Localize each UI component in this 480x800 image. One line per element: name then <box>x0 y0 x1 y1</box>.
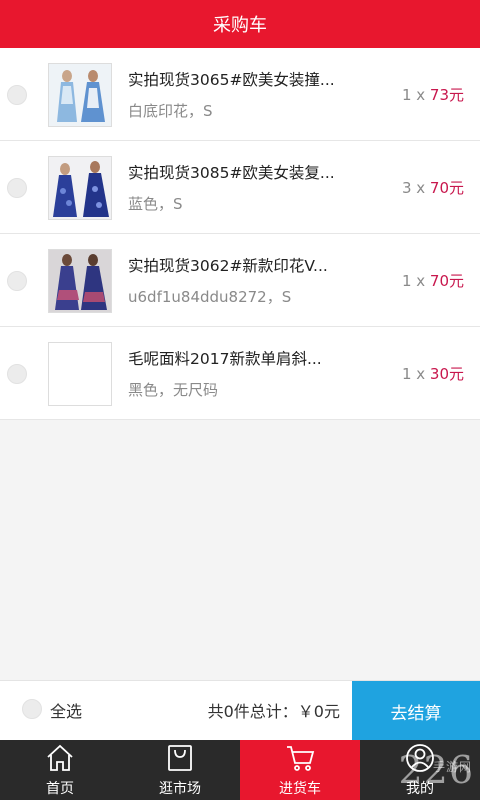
product-title[interactable]: 实拍现货3062#新款印花V... <box>128 254 360 276</box>
cart-item[interactable]: 实拍现货3085#欧美女装复... 蓝色，S 3 x 70元 <box>0 141 480 234</box>
cart-item[interactable]: 实拍现货3065#欧美女装撞... 白底印花，S 1 x 73元 <box>0 48 480 141</box>
tab-home[interactable]: 首页 <box>0 740 120 800</box>
product-spec: 黑色，无尺码 <box>128 381 219 399</box>
cart-item[interactable]: 实拍现货3062#新款印花V... u6df1u84ddu8272，S 1 x … <box>0 234 480 327</box>
item-checkbox[interactable] <box>7 178 27 198</box>
cart-total: 共0件总计：￥0元 <box>207 702 340 721</box>
tab-label: 逛市场 <box>159 781 201 797</box>
cart-list: 实拍现货3065#欧美女装撞... 白底印花，S 1 x 73元 实拍现货308… <box>0 48 480 420</box>
checkout-button[interactable]: 去结算 <box>352 681 480 741</box>
home-icon <box>45 743 75 773</box>
bottom-tab-bar: 首页 逛市场 进货车 我的 <box>0 740 480 800</box>
tab-label: 首页 <box>46 781 74 797</box>
quantity: 1 x <box>401 86 430 104</box>
tab-market[interactable]: 逛市场 <box>120 740 240 800</box>
qty-price: 3 x 70元 <box>402 177 464 198</box>
unit-price: 70元 <box>429 179 464 197</box>
item-checkbox[interactable] <box>7 85 27 105</box>
dress-photo-light-blue <box>49 64 111 126</box>
product-spec: u6df1u84ddu8272，S <box>128 288 292 306</box>
unit-price: 73元 <box>429 86 464 104</box>
unit-price: 70元 <box>429 272 464 290</box>
product-spec: 白底印花，S <box>128 102 213 120</box>
product-thumbnail[interactable] <box>48 63 112 127</box>
product-title[interactable]: 毛呢面料2017新款单肩斜... <box>128 347 360 369</box>
tab-label: 我的 <box>406 781 434 797</box>
dress-photo-blue-print <box>49 250 111 312</box>
tab-mine[interactable]: 我的 <box>360 740 480 800</box>
qty-price: 1 x 73元 <box>402 84 464 105</box>
qty-price: 1 x 70元 <box>402 270 464 291</box>
tab-cart[interactable]: 进货车 <box>240 740 360 800</box>
cart-item[interactable]: 毛呢面料2017新款单肩斜... 黑色，无尺码 1 x 30元 <box>0 327 480 420</box>
product-spec: 蓝色，S <box>128 195 183 213</box>
page-header: 采购车 <box>0 0 480 48</box>
item-checkbox[interactable] <box>7 364 27 384</box>
select-all-checkbox[interactable] <box>22 699 42 719</box>
page-title: 采购车 <box>213 15 267 36</box>
product-thumbnail[interactable] <box>48 156 112 220</box>
item-checkbox[interactable] <box>7 271 27 291</box>
cart-icon <box>285 743 315 773</box>
quantity: 1 x <box>401 272 430 290</box>
dress-photo-blue-floral <box>49 157 111 219</box>
qty-price: 1 x 30元 <box>402 363 464 384</box>
cart-footer: 全选 共0件总计：￥0元 去结算 <box>0 680 480 741</box>
product-title[interactable]: 实拍现货3065#欧美女装撞... <box>128 68 360 90</box>
select-all-label[interactable]: 全选 <box>50 698 82 722</box>
shopping-bag-icon <box>165 743 195 773</box>
unit-price: 30元 <box>429 365 464 383</box>
tab-label: 进货车 <box>279 781 321 797</box>
product-thumbnail[interactable] <box>48 249 112 313</box>
product-title[interactable]: 实拍现货3085#欧美女装复... <box>128 161 360 183</box>
quantity: 3 x <box>401 179 430 197</box>
quantity: 1 x <box>401 365 430 383</box>
user-icon <box>405 743 435 773</box>
product-thumbnail-empty[interactable] <box>48 342 112 406</box>
